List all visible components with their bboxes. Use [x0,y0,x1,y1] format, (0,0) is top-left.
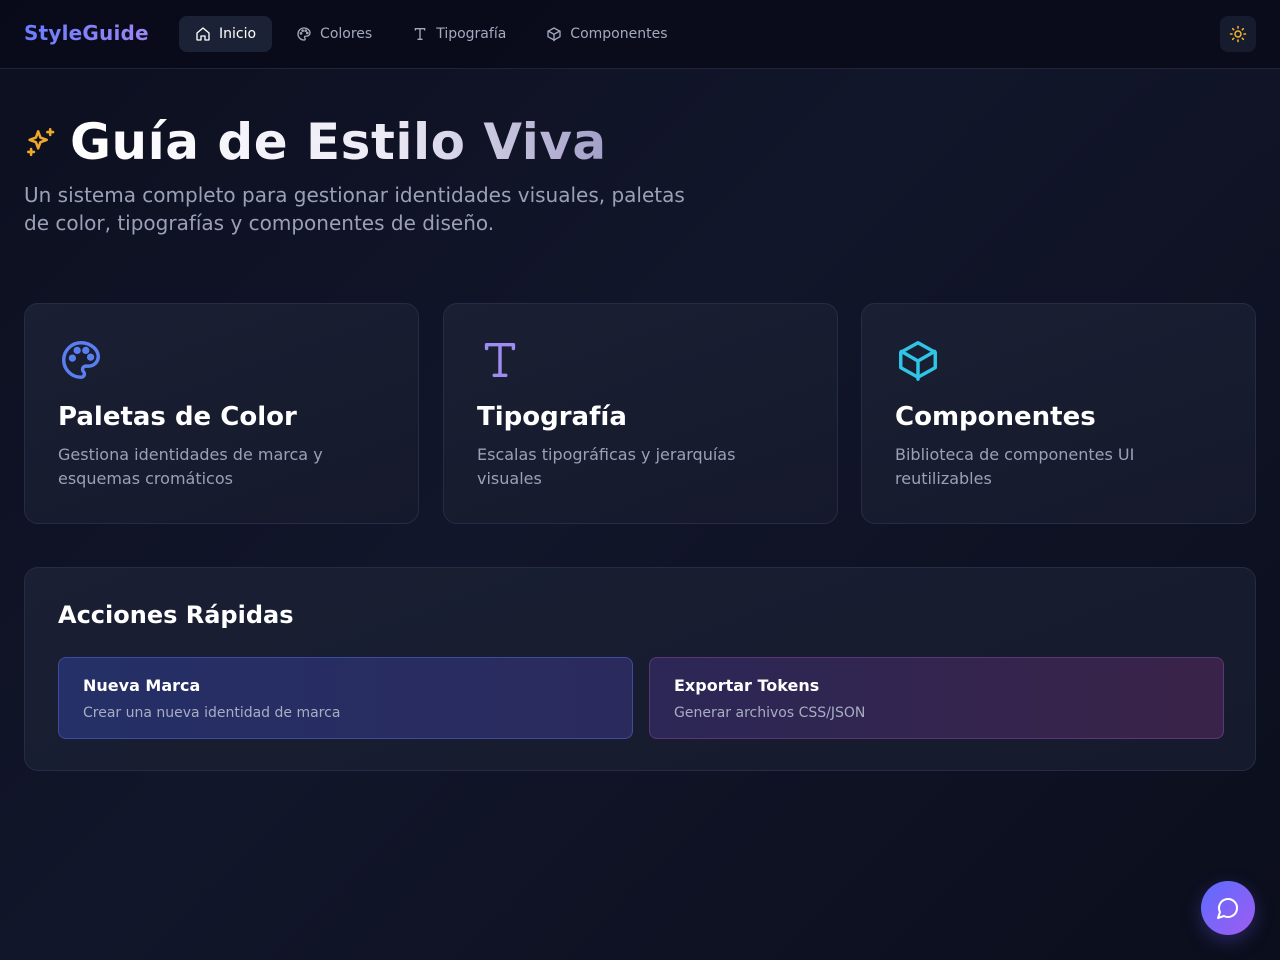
action-title: Nueva Marca [83,676,201,695]
nav-item-componentes[interactable]: Componentes [530,16,683,52]
box-icon [899,341,937,381]
action-subtitle: Crear una nueva identidad de marca [83,705,341,721]
nav-item-inicio[interactable]: Inicio [179,16,273,52]
type-icon [484,342,516,378]
new-brand-button[interactable]: Nueva Marca Crear una nueva identidad de… [58,657,633,739]
card-componentes[interactable]: Componentes Biblioteca de componentes UI… [861,303,1256,524]
page-title: Guía de Estilo Viva [70,113,607,171]
main-nav: Inicio Colores Tipografía Componentes [179,16,683,52]
nav-item-label: Colores [320,26,373,42]
nav-item-label: Tipografía [436,26,507,42]
palette-icon [62,341,100,379]
action-title: Exportar Tokens [674,676,820,695]
card-description: Gestiona identidades de marca y esquemas… [58,445,323,488]
card-description: Biblioteca de componentes UI reutilizabl… [895,445,1135,488]
nav-item-label: Inicio [219,26,257,42]
box-icon [547,27,561,42]
hero-heading: Guía de Estilo Viva [24,112,607,172]
export-tokens-button[interactable]: Exportar Tokens Generar archivos CSS/JSO… [649,657,1224,739]
card-title: Tipografía [477,402,627,432]
type-icon [414,28,426,40]
home-icon [196,27,210,41]
quick-actions-panel: Acciones Rápidas Nueva Marca Crear una n… [24,567,1256,771]
quick-actions-title: Acciones Rápidas [58,601,294,629]
card-title: Componentes [895,402,1096,432]
sun-icon [1229,25,1247,43]
brand-logo[interactable]: StyleGuide [24,21,149,45]
nav-item-tipografia[interactable]: Tipografía [396,16,522,52]
page-subtitle: Un sistema completo para gestionar ident… [24,183,685,235]
card-title: Paletas de Color [58,402,297,432]
sparkles-icon [26,127,55,157]
card-description: Escalas tipográficas y jerarquías visual… [477,445,736,488]
nav-item-label: Componentes [570,26,668,42]
chat-button[interactable] [1201,881,1255,935]
palette-icon [297,27,311,41]
nav-item-colores[interactable]: Colores [280,16,388,52]
card-paletas[interactable]: Paletas de Color Gestiona identidades de… [24,303,419,524]
action-subtitle: Generar archivos CSS/JSON [674,705,866,721]
theme-toggle-button[interactable] [1220,16,1256,52]
chat-icon [1217,898,1238,919]
top-nav-bar: StyleGuide Inicio Colores Tipografía Com… [0,0,1280,69]
card-tipografia[interactable]: Tipografía Escalas tipográficas y jerarq… [443,303,838,524]
